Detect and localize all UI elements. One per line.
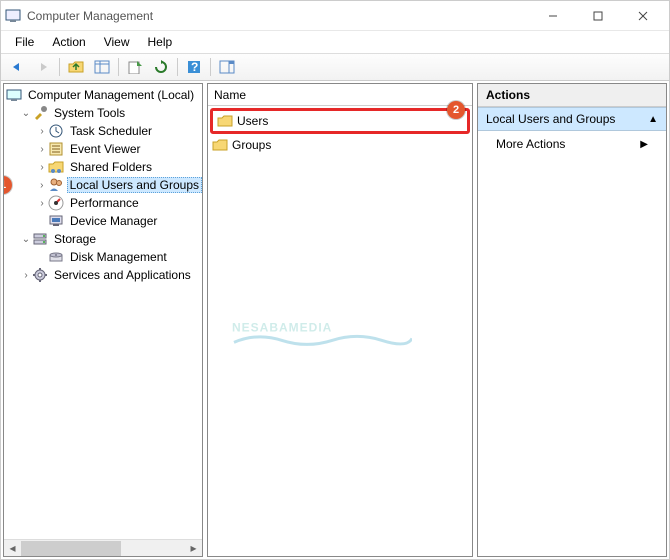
folder-icon — [217, 114, 233, 128]
watermark: NESABAMEDIA — [232, 307, 412, 349]
expand-icon[interactable]: › — [36, 180, 48, 191]
refresh-button[interactable] — [149, 56, 173, 78]
scroll-left-icon[interactable]: ◂ — [4, 540, 21, 557]
expand-icon[interactable]: › — [36, 198, 48, 209]
expand-icon[interactable]: › — [36, 162, 48, 173]
tree-label: Device Manager — [67, 213, 160, 229]
tree[interactable]: Computer Management (Local) ⌄ System Too… — [4, 84, 202, 539]
minimize-button[interactable] — [530, 2, 575, 30]
tree-label: Event Viewer — [67, 141, 143, 157]
tree-performance[interactable]: › Performance — [6, 194, 202, 212]
list-item-users[interactable]: Users — [215, 112, 465, 130]
device-manager-icon — [48, 213, 64, 229]
services-icon — [32, 267, 48, 283]
callout-1: 1 — [4, 176, 12, 194]
tree-local-users-groups[interactable]: 1 › Local Users and Groups — [6, 176, 202, 194]
collapse-icon[interactable]: ⌄ — [20, 108, 32, 119]
callout-2: 2 — [447, 101, 465, 119]
clock-icon — [48, 123, 64, 139]
tree-label: Performance — [67, 195, 142, 211]
tree-root[interactable]: Computer Management (Local) — [6, 86, 202, 104]
expand-icon[interactable]: › — [36, 126, 48, 137]
actions-context-label: Local Users and Groups — [486, 112, 615, 126]
list-item-groups[interactable]: Groups — [210, 136, 470, 154]
titlebar: Computer Management — [1, 1, 669, 31]
disk-management-icon — [48, 249, 64, 265]
scrollbar-thumb[interactable] — [21, 541, 121, 556]
close-button[interactable] — [620, 2, 665, 30]
folder-icon — [212, 138, 228, 152]
tree-horizontal-scrollbar[interactable]: ◂ ▸ — [4, 539, 202, 556]
tree-system-tools[interactable]: ⌄ System Tools — [6, 104, 202, 122]
workspace: Computer Management (Local) ⌄ System Too… — [1, 81, 669, 559]
forward-arrow-icon — [35, 61, 51, 73]
storage-icon — [32, 231, 48, 247]
toolbar: ? — [1, 53, 669, 81]
highlight-annotation: 2 Users — [210, 108, 470, 134]
expand-icon[interactable]: › — [20, 270, 32, 281]
list-body[interactable]: 2 Users Groups — [208, 106, 472, 156]
performance-icon — [48, 195, 64, 211]
refresh-icon — [154, 60, 168, 74]
menubar: File Action View Help — [1, 31, 669, 53]
panes-icon — [94, 60, 110, 74]
computer-management-icon — [5, 8, 21, 24]
list-item-label: Groups — [232, 138, 271, 152]
menu-action[interactable]: Action — [44, 33, 93, 51]
scroll-right-icon[interactable]: ▸ — [185, 540, 202, 557]
shared-folders-icon — [48, 159, 64, 175]
menu-help[interactable]: Help — [140, 33, 181, 51]
actions-header: Actions — [478, 84, 666, 107]
computer-management-icon — [6, 87, 22, 103]
tree-label: Disk Management — [67, 249, 170, 265]
actions-item-label: More Actions — [496, 137, 565, 151]
help-button[interactable]: ? — [182, 56, 206, 78]
show-hide-tree-button[interactable] — [90, 56, 114, 78]
maximize-button[interactable] — [575, 2, 620, 30]
actions-more-actions[interactable]: More Actions ▶ — [478, 131, 666, 157]
tree-storage[interactable]: ⌄ Storage — [6, 230, 202, 248]
actions-context-bar[interactable]: Local Users and Groups ▲ — [478, 107, 666, 131]
help-icon: ? — [187, 60, 201, 74]
list-item-label: Users — [237, 114, 268, 128]
tree-event-viewer[interactable]: › Event Viewer — [6, 140, 202, 158]
tree-disk-management[interactable]: › Disk Management — [6, 248, 202, 266]
event-viewer-icon — [48, 141, 64, 157]
tree-services-apps[interactable]: › Services and Applications — [6, 266, 202, 284]
tree-label: Computer Management (Local) — [25, 87, 197, 103]
list-column-header[interactable]: Name — [208, 84, 472, 106]
tree-task-scheduler[interactable]: › Task Scheduler — [6, 122, 202, 140]
forward-button[interactable] — [31, 56, 55, 78]
folder-up-icon — [68, 60, 84, 74]
action-pane-icon — [219, 60, 235, 74]
tree-label: Services and Applications — [51, 267, 194, 283]
export-icon — [127, 60, 143, 74]
back-button[interactable] — [5, 56, 29, 78]
tools-icon — [32, 105, 48, 121]
submenu-arrow-icon: ▶ — [640, 139, 648, 150]
tree-label: Local Users and Groups — [67, 177, 202, 193]
menu-file[interactable]: File — [7, 33, 42, 51]
tree-label: System Tools — [51, 105, 128, 121]
svg-text:?: ? — [191, 60, 198, 74]
tree-shared-folders[interactable]: › Shared Folders — [6, 158, 202, 176]
actions-panel: Actions Local Users and Groups ▲ More Ac… — [477, 83, 667, 557]
export-list-button[interactable] — [123, 56, 147, 78]
tree-panel: Computer Management (Local) ⌄ System Too… — [3, 83, 203, 557]
tree-label: Storage — [51, 231, 99, 247]
column-name: Name — [214, 88, 246, 102]
list-panel: Name 2 Users Groups NESABAMEDIA — [207, 83, 473, 557]
window-title: Computer Management — [27, 9, 530, 23]
users-groups-icon — [48, 177, 64, 193]
collapse-icon[interactable]: ⌄ — [20, 234, 32, 245]
up-folder-button[interactable] — [64, 56, 88, 78]
collapse-icon[interactable]: ▲ — [648, 114, 658, 125]
tree-label: Task Scheduler — [67, 123, 155, 139]
expand-icon[interactable]: › — [36, 144, 48, 155]
show-hide-action-pane-button[interactable] — [215, 56, 239, 78]
back-arrow-icon — [9, 61, 25, 73]
tree-device-manager[interactable]: › Device Manager — [6, 212, 202, 230]
tree-label: Shared Folders — [67, 159, 155, 175]
menu-view[interactable]: View — [96, 33, 138, 51]
